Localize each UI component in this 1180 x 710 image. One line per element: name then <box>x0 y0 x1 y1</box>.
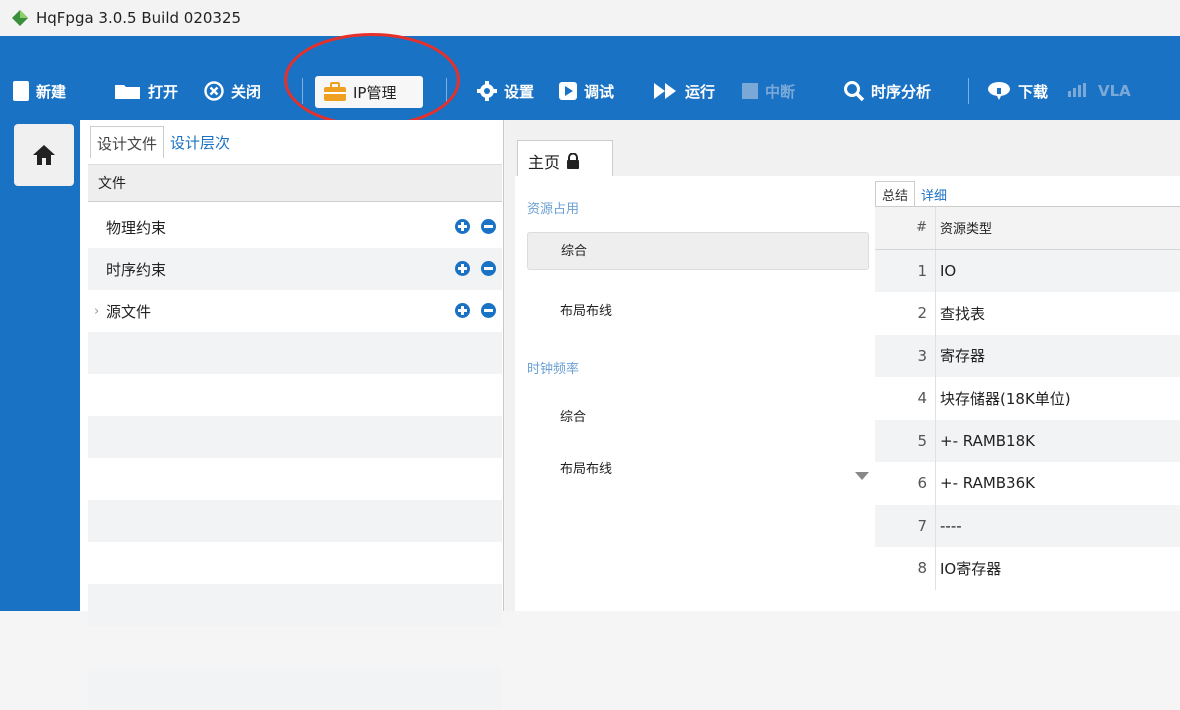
briefcase-icon <box>324 82 346 101</box>
resource-table: # 资源类型 1 IO 2 查找表 3 寄存器 4 块存储器(18K单位) 5 +- RA… <box>875 206 1180 590</box>
table-row[interactable]: 3 寄存器 <box>875 334 1180 377</box>
tab-design-hierarchy[interactable]: 设计层次 <box>164 126 236 158</box>
empty-row <box>88 626 502 668</box>
summary-tabs: 总结 详细 <box>875 176 953 206</box>
home-content: 资源占用 综合 布局布线 时钟频率 综合 布局布线 总结 详细 # 资源类型 1… <box>515 176 1180 611</box>
design-files-panel: 设计文件 设计层次 文件 物理约束 时序约束 › 源文件 <box>80 120 504 710</box>
toolbar-separator <box>302 78 303 104</box>
nav-item-resource-place-route[interactable]: 布局布线 <box>527 293 869 331</box>
table-header-row: # 资源类型 <box>875 207 1180 250</box>
debug-play-icon <box>559 82 577 100</box>
home-button[interactable] <box>14 124 74 186</box>
nav-item-resource-synthesis[interactable]: 综合 <box>527 232 869 270</box>
cloud-download-icon <box>988 82 1010 100</box>
signal-icon <box>1068 83 1086 97</box>
toolbar-separator <box>446 78 447 104</box>
add-circle-icon[interactable] <box>455 303 470 318</box>
interrupt-button[interactable]: 中断 <box>741 76 795 106</box>
dropdown-arrow-icon[interactable] <box>855 472 869 480</box>
table-row[interactable]: 2 查找表 <box>875 292 1180 335</box>
table-row[interactable]: 6 +- RAMB36K <box>875 462 1180 505</box>
ip-manage-button[interactable]: IP管理 <box>315 76 423 108</box>
empty-row <box>88 332 502 374</box>
main-area: 主页 资源占用 综合 布局布线 时钟频率 综合 布局布线 总结 详细 # 资源类… <box>505 120 1180 611</box>
report-nav: 资源占用 综合 布局布线 时钟频率 综合 布局布线 <box>515 176 875 611</box>
app-logo-icon <box>12 10 28 26</box>
tree-item-label: 物理约束 <box>106 218 167 237</box>
close-button[interactable]: 关闭 <box>203 76 261 106</box>
tab-summary[interactable]: 总结 <box>875 181 916 206</box>
tree-item-label: 时序约束 <box>106 260 167 279</box>
add-circle-icon[interactable] <box>455 261 470 276</box>
tree-item-timing-constraints[interactable]: 时序约束 <box>88 248 502 290</box>
empty-row <box>88 584 502 626</box>
table-row[interactable]: 1 IO <box>875 249 1180 292</box>
tab-design-files[interactable]: 设计文件 <box>90 126 165 158</box>
tab-home[interactable]: 主页 <box>517 140 613 180</box>
gear-icon <box>477 81 497 101</box>
tree-item-source-files[interactable]: › 源文件 <box>88 290 502 332</box>
title-bar: HqFpga 3.0.5 Build 020325 <box>0 0 1180 36</box>
empty-row <box>88 542 502 584</box>
tab-detail[interactable]: 详细 <box>915 182 953 206</box>
stop-icon <box>742 83 758 99</box>
section-resource-usage: 资源占用 <box>527 202 580 217</box>
table-row[interactable]: 8 IO寄存器 <box>875 547 1180 590</box>
open-button[interactable]: 打开 <box>114 76 178 106</box>
timing-analysis-button[interactable]: 时序分析 <box>843 76 931 106</box>
tree-item-physical-constraints[interactable]: 物理约束 <box>88 206 502 248</box>
close-circle-icon <box>204 81 224 101</box>
tree-item-label: 源文件 <box>106 302 152 321</box>
vla-button[interactable]: VLA <box>1066 76 1131 106</box>
nav-item-clock-place-route[interactable]: 布局布线 <box>527 451 869 489</box>
chevron-right-icon[interactable]: › <box>94 304 99 319</box>
new-file-icon <box>13 81 29 101</box>
debug-button[interactable]: 调试 <box>558 76 614 106</box>
section-clock-frequency: 时钟频率 <box>527 362 580 377</box>
file-column-header: 文件 <box>88 164 502 202</box>
empty-row <box>88 668 502 710</box>
fast-forward-icon <box>654 83 676 99</box>
side-strip <box>0 120 80 611</box>
folder-open-icon <box>115 85 140 99</box>
settings-button[interactable]: 设置 <box>476 76 534 106</box>
table-row[interactable]: 4 块存储器(18K单位) <box>875 377 1180 420</box>
add-circle-icon[interactable] <box>455 219 470 234</box>
remove-circle-icon[interactable] <box>481 219 496 234</box>
remove-circle-icon[interactable] <box>481 261 496 276</box>
run-button[interactable]: 运行 <box>653 76 715 106</box>
search-icon <box>844 81 865 102</box>
remove-circle-icon[interactable] <box>481 303 496 318</box>
table-row[interactable]: 7 ---- <box>875 504 1180 547</box>
column-header-resource-type[interactable]: 资源类型 <box>935 207 1180 249</box>
file-tree: 物理约束 时序约束 › 源文件 <box>88 206 502 710</box>
download-button[interactable]: 下载 <box>986 76 1048 106</box>
new-button[interactable]: 新建 <box>12 76 66 106</box>
toolbar: 新建 打开 关闭 IP管理 设置 调试 运行 中断 时序分析 下载 VLA <box>0 36 1180 120</box>
empty-row <box>88 374 502 416</box>
panel-tabs: 设计文件 设计层次 <box>90 126 236 158</box>
lock-icon <box>567 152 580 169</box>
empty-row <box>88 458 502 500</box>
resource-summary: 总结 详细 # 资源类型 1 IO 2 查找表 3 寄存器 4 块存储器(18K单位) … <box>875 176 1180 611</box>
window-title: HqFpga 3.0.5 Build 020325 <box>36 9 242 27</box>
home-icon <box>33 145 55 165</box>
empty-row <box>88 416 502 458</box>
nav-item-clock-synthesis[interactable]: 综合 <box>527 399 869 437</box>
table-row[interactable]: 5 +- RAMB18K <box>875 419 1180 462</box>
empty-row <box>88 500 502 542</box>
column-header-number: # <box>916 220 927 236</box>
toolbar-separator <box>968 78 969 104</box>
